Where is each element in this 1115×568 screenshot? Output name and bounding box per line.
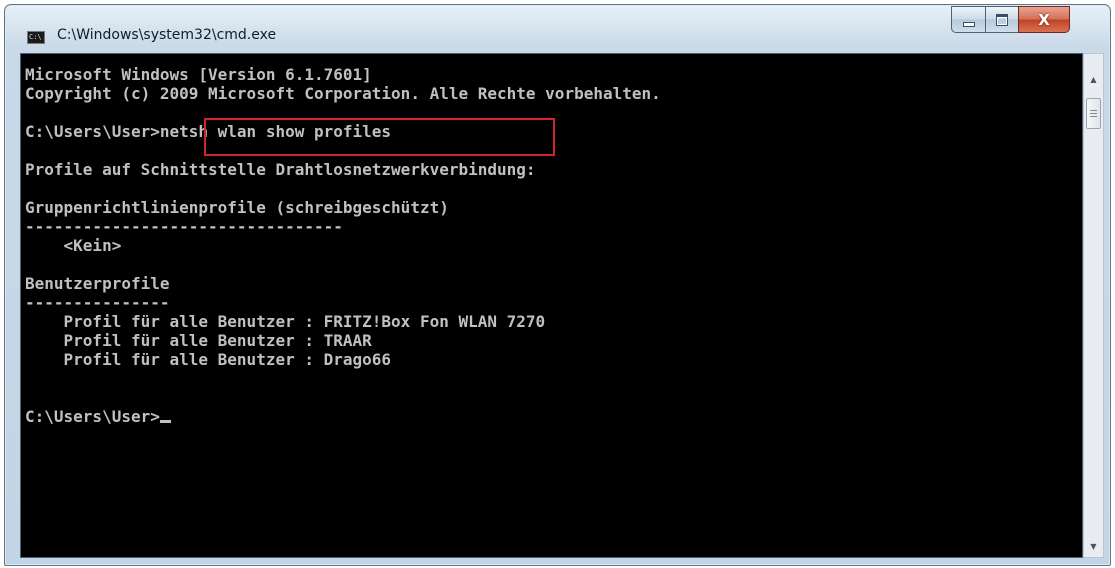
console-line: Benutzerprofile xyxy=(25,274,170,293)
grip-icon xyxy=(1090,110,1097,117)
close-icon: X xyxy=(1038,10,1050,29)
scroll-up-arrow-icon[interactable]: ▲ xyxy=(1084,70,1103,88)
console-line: --------------------------------- xyxy=(25,217,343,236)
close-button[interactable]: X xyxy=(1018,6,1070,33)
console-line-profile: Profil für alle Benutzer : TRAAR xyxy=(25,331,372,350)
console-output[interactable]: Microsoft Windows [Version 6.1.7601] Copy… xyxy=(20,53,1083,558)
maximize-button[interactable] xyxy=(985,6,1018,33)
console-line-profile: Profil für alle Benutzer : Drago66 xyxy=(25,350,392,369)
cmd-icon: C:\ xyxy=(27,31,45,44)
maximize-icon xyxy=(996,13,1008,26)
console-line: --------------- xyxy=(25,293,170,312)
console-line: <Kein> xyxy=(25,236,122,255)
console-line-profile: Profil für alle Benutzer : FRITZ!Box Fon… xyxy=(25,312,546,331)
console-line: Profile auf Schnittstelle Drahtlosnetzwe… xyxy=(25,160,536,179)
minimize-button[interactable] xyxy=(951,6,985,33)
scroll-down-arrow-icon[interactable]: ▼ xyxy=(1084,537,1103,555)
vertical-scrollbar[interactable]: ▲ ▼ xyxy=(1083,53,1104,558)
text-cursor xyxy=(159,420,171,423)
scrollbar-thumb[interactable] xyxy=(1086,98,1101,129)
title-bar[interactable]: C:\ C:\Windows\system32\cmd.exe X xyxy=(5,5,1110,53)
console-line: Microsoft Windows [Version 6.1.7601] xyxy=(25,65,372,84)
console-prompt[interactable]: C:\Users\User> xyxy=(25,407,661,426)
command-highlight-box xyxy=(204,118,555,156)
minimize-icon xyxy=(962,21,975,27)
console-line: Copyright (c) 2009 Microsoft Corporation… xyxy=(25,84,661,103)
console-line: Gruppenrichtlinienprofile (schreibgeschü… xyxy=(25,198,449,217)
cmd-window: C:\ C:\Windows\system32\cmd.exe X Micros… xyxy=(4,4,1111,566)
window-title: C:\Windows\system32\cmd.exe xyxy=(57,27,277,43)
prompt-text: C:\Users\User> xyxy=(25,407,160,426)
